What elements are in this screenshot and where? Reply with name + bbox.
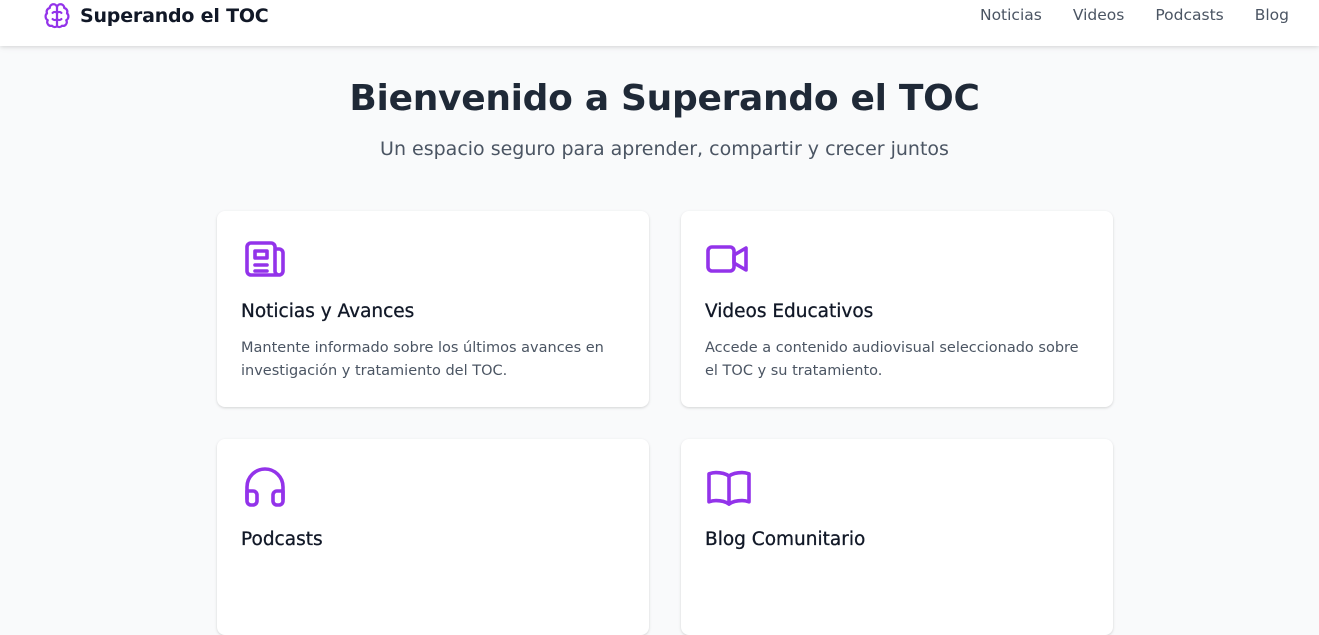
- card-videos[interactable]: Videos Educativos Accede a contenido aud…: [681, 211, 1113, 407]
- hero-title: Bienvenido a Superando el TOC: [349, 78, 980, 119]
- nav-link-podcasts[interactable]: Podcasts: [1155, 6, 1223, 24]
- card-description: Accede a contenido audiovisual seleccion…: [705, 340, 1079, 379]
- brand-link[interactable]: Superando el TOC: [42, 1, 269, 31]
- card-noticias[interactable]: Noticias y Avances Mantente informado so…: [217, 211, 649, 407]
- nav-link-blog[interactable]: Blog: [1255, 6, 1289, 24]
- brand-name: Superando el TOC: [80, 5, 269, 27]
- headphones-icon: [241, 463, 289, 511]
- video-camera-icon: [705, 235, 753, 283]
- card-title: Podcasts: [241, 529, 323, 550]
- card-blog[interactable]: Blog Comunitario: [681, 439, 1113, 635]
- card-title: Videos Educativos: [705, 301, 874, 322]
- navbar: Superando el TOC Noticias Videos Podcast…: [0, 0, 1319, 46]
- nav-link-videos[interactable]: Videos: [1073, 6, 1125, 24]
- card-title: Blog Comunitario: [705, 529, 866, 550]
- card-title: Noticias y Avances: [241, 301, 415, 322]
- newspaper-icon: [241, 235, 289, 283]
- nav-link-noticias[interactable]: Noticias: [980, 6, 1042, 24]
- hero-subtitle: Un espacio seguro para aprender, compart…: [380, 138, 949, 160]
- card-description: Mantente informado sobre los últimos ava…: [241, 340, 604, 379]
- card-podcasts[interactable]: Podcasts: [217, 439, 649, 635]
- book-icon: [705, 463, 753, 511]
- brain-icon: [42, 1, 72, 31]
- main-nav: Noticias Videos Podcasts Blog: [949, 6, 1289, 24]
